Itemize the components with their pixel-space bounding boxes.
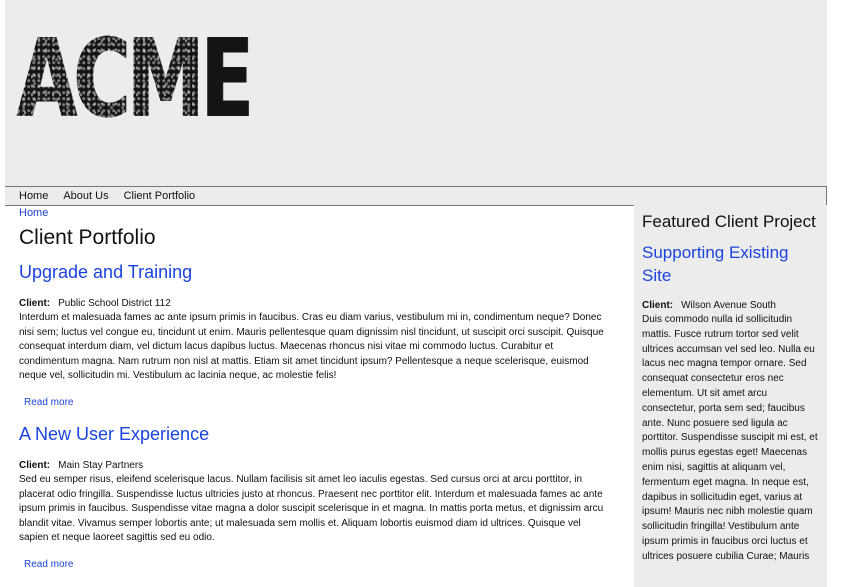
article: Upgrade and Training Client: Public Schoo… — [19, 262, 609, 410]
featured-sidebar: Featured Client Project Supporting Exist… — [634, 205, 827, 587]
client-name: Main Stay Partners — [58, 459, 144, 471]
sidebar-heading: Featured Client Project — [642, 212, 816, 231]
nav-item-home[interactable]: Home — [19, 190, 48, 202]
read-more-link[interactable]: Read more — [24, 559, 73, 570]
client-name: Wilson Avenue South — [681, 300, 776, 311]
featured-project-link[interactable]: Supporting Existing Site — [642, 241, 819, 287]
nav-item-client-portfolio[interactable]: Client Portfolio — [124, 190, 196, 202]
client-label: Client: — [642, 300, 674, 311]
page: ACME Home About Us Client Portfolio Home… — [0, 0, 863, 587]
read-more-link[interactable]: Read more — [24, 397, 73, 408]
client-label: Client: — [19, 459, 51, 471]
acme-logo[interactable]: ACME — [17, 26, 254, 134]
article: A New User Experience Client: Main Stay P… — [19, 424, 609, 572]
main-content: Home Client Portfolio Upgrade and Traini… — [19, 205, 609, 572]
client-line: Client: Main Stay Partners — [19, 459, 609, 473]
client-label: Client: — [19, 298, 51, 309]
article-title-link[interactable]: Upgrade and Training — [19, 262, 609, 283]
breadcrumb-home[interactable]: Home — [19, 207, 609, 219]
article-body: Interdum et malesuada fames ac ante ipsu… — [19, 312, 604, 382]
nav-item-about-us[interactable]: About Us — [63, 190, 108, 202]
site-header: ACME — [5, 0, 827, 186]
article-body: Sed eu semper risus, eleifend scelerisqu… — [19, 473, 604, 544]
sidebar-body: Duis commodo nulla id sollicitudin matti… — [642, 314, 818, 562]
client-name: Public School District 112 — [58, 298, 171, 309]
client-line: Client: Public School District 112 — [19, 297, 609, 311]
page-title: Client Portfolio — [19, 226, 156, 249]
sidebar-client-line: Client: Wilson Avenue South — [642, 299, 819, 313]
article-title-link[interactable]: A New User Experience — [19, 424, 609, 445]
main-nav: Home About Us Client Portfolio — [5, 186, 827, 206]
